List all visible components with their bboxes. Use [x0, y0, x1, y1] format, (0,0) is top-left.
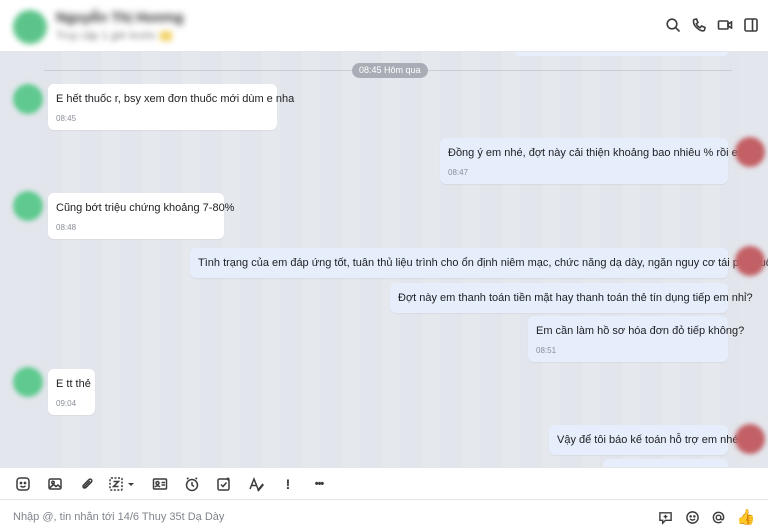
message-text: Cũng bớt triệu chứng khoảng 7-80% [56, 202, 235, 214]
search-icon[interactable] [664, 16, 682, 34]
chat-header: Nguyễn Thị Hương Truy cập 1 giờ trước [0, 0, 768, 52]
mark-important-icon[interactable]: ! [279, 475, 297, 493]
label-tag[interactable] [160, 31, 173, 42]
video-call-icon[interactable] [716, 16, 734, 34]
message-time: 08:47 [448, 168, 469, 177]
mention-icon[interactable] [710, 509, 726, 525]
contact-avatar[interactable] [13, 10, 47, 44]
next-message-bubble [603, 459, 728, 467]
message-bubble[interactable]: E hết thuốc r, bsy xem đơn thuốc mới dùm… [48, 84, 294, 130]
toggle-sidebar-icon[interactable] [742, 16, 760, 34]
message-text: Tình trạng của em đáp ứng tốt, tuân thủ … [198, 257, 768, 269]
message-bubble[interactable]: Vậy để tôi báo kế toán hỗ trợ em nhé [549, 425, 739, 455]
message-time: 08:51 [536, 346, 557, 355]
my-avatar[interactable] [735, 424, 765, 454]
contact-status: Truy cập 1 giờ trước [56, 30, 173, 42]
message-list[interactable]: 08:45 Hôm qua E hết thuốc r, bsy xem đơn… [0, 52, 768, 467]
message-text: E hết thuốc r, bsy xem đơn thuốc mới dùm… [56, 93, 295, 105]
phone-call-icon[interactable] [690, 16, 708, 34]
my-avatar[interactable] [735, 246, 765, 276]
header-actions [664, 16, 760, 34]
message-text: Em cần làm hồ sơ hóa đơn đỏ tiếp không? [536, 325, 745, 337]
message-time: 08:48 [56, 223, 77, 232]
message-text: Đồng ý em nhé, đợt này cải thiện khoảng … [448, 147, 754, 159]
reminder-clock-icon[interactable] [183, 475, 201, 493]
screenshot-icon[interactable] [108, 475, 136, 493]
text-format-icon[interactable] [247, 475, 265, 493]
quick-reply-icon[interactable] [657, 509, 673, 525]
message-time: 09:04 [56, 399, 77, 408]
message-bubble[interactable]: Đồng ý em nhé, đợt này cải thiện khoảng … [440, 138, 753, 184]
message-bubble[interactable]: Tình trạng của em đáp ứng tốt, tuân thủ … [190, 248, 768, 278]
composer-toolbar: ! ••• [0, 467, 768, 499]
contact-card-icon[interactable] [151, 475, 169, 493]
previous-message-bubble [515, 52, 728, 56]
message-time: 08:45 [56, 114, 77, 123]
message-text: Đợt này em thanh toán tiền mặt hay thanh… [398, 292, 753, 304]
message-input[interactable] [13, 508, 613, 526]
sender-avatar[interactable] [13, 84, 43, 114]
message-bubble[interactable]: E tt thẻ 09:04 [48, 369, 95, 415]
thumbs-up-icon[interactable]: 👍 [737, 509, 756, 525]
message-bubble[interactable]: Em cần làm hồ sơ hóa đơn đỏ tiếp không? … [528, 316, 744, 362]
contact-status-text: Truy cập 1 giờ trước [56, 30, 157, 42]
important-label: ! [285, 476, 291, 492]
sender-avatar[interactable] [13, 367, 43, 397]
sender-avatar[interactable] [13, 191, 43, 221]
message-bubble[interactable]: Cũng bớt triệu chứng khoảng 7-80% 08:48 [48, 193, 234, 239]
attachment-icon[interactable] [78, 475, 96, 493]
contact-name[interactable]: Nguyễn Thị Hương [56, 9, 183, 25]
message-text: E tt thẻ [56, 378, 91, 390]
message-bubble[interactable]: Đợt này em thanh toán tiền mặt hay thanh… [390, 283, 753, 313]
emoji-icon[interactable] [684, 509, 700, 525]
composer: 👍 [0, 499, 768, 531]
sticker-icon[interactable] [14, 475, 32, 493]
more-label: ••• [314, 478, 325, 490]
task-check-icon[interactable] [215, 475, 233, 493]
image-icon[interactable] [46, 475, 64, 493]
my-avatar[interactable] [735, 137, 765, 167]
date-divider: 08:45 Hôm qua [352, 63, 428, 78]
more-options-icon[interactable]: ••• [310, 475, 328, 493]
message-text: Vậy để tôi báo kế toán hỗ trợ em nhé [557, 434, 739, 446]
